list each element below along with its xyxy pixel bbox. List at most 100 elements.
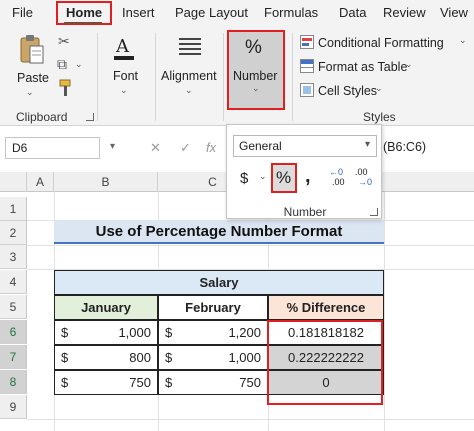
copy-icon[interactable]: ⧉ (57, 56, 67, 73)
february-value: 1,000 (228, 350, 261, 365)
tab-data[interactable]: Data (339, 5, 366, 20)
row-header-2[interactable]: 2 (0, 221, 27, 245)
clipboard-launcher-icon[interactable] (86, 113, 94, 121)
conditional-formatting-icon[interactable] (300, 35, 314, 49)
insert-function-icon[interactable]: fx (206, 140, 216, 155)
tab-formulas[interactable]: Formulas (264, 5, 318, 20)
cell-styles-dropdown-icon[interactable]: ⌄ (375, 83, 383, 94)
cell-styles-icon[interactable] (300, 83, 314, 97)
february-cell[interactable]: $ 1,200 (158, 320, 268, 345)
separator (223, 33, 224, 121)
currency-symbol: $ (165, 350, 173, 365)
tab-page-layout[interactable]: Page Layout (175, 5, 248, 20)
separator (155, 33, 156, 121)
row-header-7[interactable]: 7 (0, 345, 27, 369)
february-value: 750 (239, 375, 261, 390)
percent-style-button[interactable]: % (271, 163, 297, 193)
conditional-formatting-button[interactable]: Conditional Formatting (318, 36, 444, 50)
number-button[interactable]: Number (233, 69, 277, 83)
currency-symbol: $ (61, 350, 69, 365)
format-as-table-button[interactable]: Format as Table (318, 60, 407, 74)
difference-header-cell[interactable]: % Difference (268, 295, 384, 320)
cell-styles-button[interactable]: Cell Styles (318, 84, 377, 98)
ribbon: Paste ⌄ ✂ ⧉ ⌄ Clipboard A Font ⌄ Alignme… (0, 27, 474, 126)
copy-dropdown-icon[interactable]: ⌄ (75, 59, 83, 70)
select-all-corner[interactable] (0, 172, 27, 192)
selected-range-highlight (267, 320, 383, 405)
january-header-cell[interactable]: January (54, 295, 158, 320)
enter-icon[interactable]: ✓ (180, 140, 191, 156)
january-cell[interactable]: $ 800 (54, 345, 158, 370)
tab-review[interactable]: Review (383, 5, 426, 20)
paste-icon[interactable] (18, 33, 46, 72)
number-group-label: Number (283, 205, 327, 219)
currency-symbol: $ (61, 375, 69, 390)
ribbon-tabs: File Home Insert Page Layout Formulas Da… (0, 0, 474, 27)
row-header-8[interactable]: 8 (0, 370, 27, 394)
clipboard-group-label: Clipboard (16, 110, 68, 124)
formula-input[interactable]: (B6:C6) (383, 140, 426, 154)
currency-icon[interactable]: $ (240, 170, 248, 187)
paste-dropdown-icon[interactable]: ⌄ (26, 87, 34, 98)
font-button[interactable]: Font (113, 69, 138, 83)
home-tab-highlight (56, 1, 112, 25)
january-value: 750 (129, 375, 151, 390)
row-header-3[interactable]: 3 (0, 245, 27, 269)
paste-button[interactable]: Paste (17, 71, 49, 85)
format-as-table-dropdown-icon[interactable]: ⌄ (405, 59, 413, 70)
tab-file[interactable]: File (12, 5, 33, 20)
gridline (27, 419, 474, 420)
january-value: 1,000 (118, 325, 151, 340)
row-header-4[interactable]: 4 (0, 270, 27, 294)
cut-icon[interactable]: ✂ (58, 33, 70, 50)
currency-symbol: $ (165, 325, 173, 340)
number-format-select[interactable]: General ▾ (233, 135, 377, 157)
gridline (27, 245, 474, 246)
january-value: 800 (129, 350, 151, 365)
column-header-a[interactable]: A (27, 172, 54, 192)
percent-style-icon: % (276, 168, 292, 187)
number-launcher-icon[interactable] (370, 208, 378, 216)
styles-group-label: Styles (363, 110, 396, 124)
tab-view[interactable]: View (440, 5, 468, 20)
font-icon[interactable]: A (112, 35, 136, 68)
percent-icon: % (245, 37, 262, 58)
number-format-value: General (239, 139, 282, 153)
alignment-icon[interactable] (178, 37, 202, 64)
january-cell[interactable]: $ 750 (54, 370, 158, 395)
increase-decimal-icon[interactable]: ←0 .00 (329, 167, 351, 189)
alignment-button[interactable]: Alignment (161, 69, 217, 83)
format-as-table-icon[interactable] (300, 59, 314, 73)
font-dropdown-icon[interactable]: ⌄ (120, 85, 128, 96)
gridline (384, 192, 385, 431)
february-value: 1,200 (228, 325, 261, 340)
january-cell[interactable]: $ 1,000 (54, 320, 158, 345)
separator (97, 33, 98, 121)
february-header-cell[interactable]: February (158, 295, 268, 320)
conditional-formatting-dropdown-icon[interactable]: ⌄ (459, 35, 467, 46)
salary-header-cell[interactable]: Salary (54, 270, 384, 295)
currency-dropdown-icon[interactable]: ⌄ (259, 171, 267, 182)
currency-symbol: $ (61, 325, 69, 340)
separator (292, 33, 293, 121)
alignment-dropdown-icon[interactable]: ⌄ (185, 85, 193, 96)
format-painter-icon[interactable] (58, 79, 72, 102)
svg-text:A: A (115, 36, 130, 57)
name-box[interactable]: D6 (5, 137, 100, 159)
number-dropdown-icon[interactable]: ⌄ (252, 83, 260, 94)
name-box-dropdown-icon[interactable]: ▾ (110, 141, 115, 152)
column-header-b[interactable]: B (54, 172, 158, 192)
row-header-9[interactable]: 9 (0, 395, 27, 419)
row-header-1[interactable]: 1 (0, 197, 27, 221)
number-format-dropdown: General ▾ $ ⌄ % , ←0 .00 .00 →0 Number (226, 124, 382, 219)
comma-style-icon[interactable]: , (305, 165, 311, 188)
cancel-icon[interactable]: ✕ (150, 140, 161, 156)
sheet-title[interactable]: Use of Percentage Number Format (54, 220, 384, 244)
february-cell[interactable]: $ 1,000 (158, 345, 268, 370)
tab-insert[interactable]: Insert (122, 5, 155, 20)
row-header-5[interactable]: 5 (0, 295, 27, 319)
row-header-6[interactable]: 6 (0, 320, 27, 344)
february-cell[interactable]: $ 750 (158, 370, 268, 395)
decrease-decimal-icon[interactable]: .00 →0 (355, 167, 379, 189)
currency-symbol: $ (165, 375, 173, 390)
